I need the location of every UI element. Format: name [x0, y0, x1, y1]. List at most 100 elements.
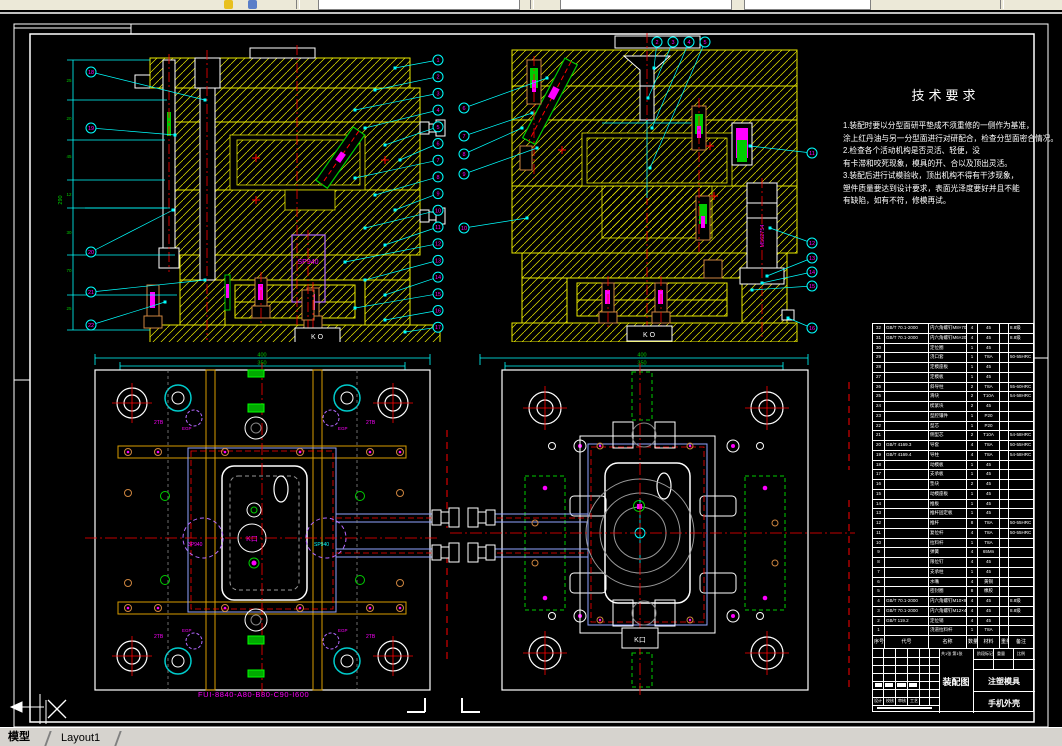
- tech-req-line: 有卡滞和咬死现象，模具的开、合以及顶出灵活。: [843, 158, 1012, 168]
- svg-text:1: 1: [436, 58, 439, 64]
- total-height-dim: 290: [58, 195, 64, 204]
- svg-text:16: 16: [435, 309, 441, 315]
- svg-text:3: 3: [436, 91, 439, 97]
- svg-text:8: 8: [462, 152, 465, 158]
- svg-text:12: 12: [435, 242, 441, 248]
- svg-text:19: 19: [88, 126, 94, 132]
- sp940-alt-label: 3P940: [188, 542, 203, 548]
- bom-row: 12 推杆 8 T8A 50-55HRC: [873, 519, 1034, 529]
- svg-text:15: 15: [809, 284, 815, 290]
- svg-text:10: 10: [435, 208, 441, 214]
- svg-text:400: 400: [637, 353, 646, 359]
- title-block-part-name: 手机外壳: [988, 699, 1020, 708]
- svg-text:EGP: EGP: [338, 426, 348, 431]
- bom-row: 27 定模板 1 45: [873, 372, 1034, 383]
- svg-text:7: 7: [436, 158, 439, 164]
- svg-text:15: 15: [435, 292, 441, 298]
- svg-text:17: 17: [435, 325, 441, 331]
- svg-text:5: 5: [703, 40, 706, 46]
- bom-row: 6 水嘴 4 黄铜: [873, 577, 1034, 588]
- svg-text:9: 9: [462, 172, 465, 178]
- svg-text:3: 3: [671, 40, 674, 46]
- ko-center-label: K口: [246, 535, 258, 543]
- plan-view-left: 400 350: [85, 353, 460, 698]
- svg-text:EGP: EGP: [182, 426, 192, 431]
- svg-text:16: 16: [809, 326, 815, 332]
- svg-text:21: 21: [88, 290, 94, 296]
- tech-req-title: 技术要求: [911, 88, 980, 103]
- toolbar-separator: [530, 0, 534, 9]
- toolbar-icon-yellow[interactable]: [224, 0, 233, 9]
- toolbar-icon-blue[interactable]: [248, 0, 257, 9]
- toolbar-separator: [1000, 0, 1004, 9]
- svg-text:8: 8: [436, 175, 439, 181]
- ko-box-label-plan: K口: [634, 636, 646, 644]
- tech-req-line: 涂上红丹油与另一分型面进行对研配合，检查分型面密合情况。: [843, 133, 1059, 143]
- bom-row: 32 GB/T 70.1-2000 内六角螺钉M8×70 4 45 8.8级: [873, 324, 1034, 334]
- svg-text:2TB: 2TB: [154, 420, 164, 426]
- bom-table: 32 GB/T 70.1-2000 内六角螺钉M8×70 4 45 8.8级 31 GB/T …: [872, 323, 1034, 649]
- bom-row: 25 滑块 2 T10A 54-58HRC: [873, 392, 1034, 402]
- svg-text:2TB: 2TB: [366, 634, 376, 640]
- plan-dim-outer: 400: [257, 353, 266, 359]
- bom-row: 5 密封圈 8 橡胶: [873, 587, 1034, 597]
- svg-text:6: 6: [462, 106, 465, 112]
- svg-text:45: 45: [66, 154, 72, 159]
- bom-row: 19 GB/T 4169.4 导柱 4 T8A 54-58HRC: [873, 450, 1034, 461]
- bom-row: 30 定位圈 1 45: [873, 343, 1034, 354]
- bom-row: 4 GB/T 70.1-2000 内六角螺钉M10×90 4 45 8.8级: [873, 597, 1034, 607]
- tech-req-line: 塑件质量要达到设计要求，表面光泽度要好并且不能: [843, 183, 1020, 193]
- section-view-right: M562754 K O 2 3 4 5 6 7 8 9 10 11 12 13 14 15 16: [458, 33, 818, 342]
- bom-row: 3 GB/T 70.1-2000 内六角螺钉M12×40 4 45 8.8级: [873, 606, 1034, 617]
- technical-requirements: 技术要求 1.装配时要以分型面研平垫成不须重修的一侧作为基准， 涂上红丹油与另一分…: [843, 85, 1059, 208]
- bom-row: 28 定模座板 1 45: [873, 363, 1034, 373]
- svg-text:11: 11: [435, 225, 441, 231]
- bom-row: 31 GB/T 70.1-2000 内六角螺钉M6×20 4 45 8.8级: [873, 333, 1034, 344]
- svg-text:9: 9: [436, 192, 439, 198]
- title-block: 设计 校核 审核 工艺 阶段标记 重量 比例 装配图 注塑模具 手机外壳 共1张…: [872, 648, 1035, 713]
- mold-base-code: FUI-8840-A80-B80-C90-I600: [198, 690, 310, 699]
- svg-text:12: 12: [809, 241, 815, 247]
- svg-text:10: 10: [461, 226, 467, 232]
- tab-model[interactable]: 模型: [0, 727, 38, 746]
- svg-text:25: 25: [66, 306, 72, 311]
- svg-text:30: 30: [66, 230, 72, 235]
- bom-row: 18 动模板 1 45: [873, 460, 1034, 471]
- svg-text:4: 4: [436, 108, 439, 114]
- svg-text:20: 20: [66, 116, 72, 121]
- svg-text:14: 14: [435, 275, 441, 281]
- bom-row: 23 型腔镶件 1 P20: [873, 411, 1034, 422]
- svg-text:EGP: EGP: [182, 628, 192, 633]
- bom-row: 8 限位钉 4 45: [873, 558, 1034, 568]
- bom-row: 20 GB/T 4169.3 导套 4 T8A 50-55HRC: [873, 441, 1034, 451]
- svg-text:11: 11: [809, 151, 815, 157]
- bom-row: 26 斜导柱 2 T8A 55-60HRC: [873, 382, 1034, 393]
- svg-text:12: 12: [66, 192, 72, 197]
- title-block-sheet: 共1张 第1张: [941, 651, 963, 656]
- tech-req-line: 1.装配时要以分型面研平垫成不须重修的一侧作为基准，: [843, 121, 1034, 130]
- svg-text:5: 5: [436, 125, 439, 131]
- svg-text:2TB: 2TB: [154, 634, 164, 640]
- toolbar-separator: [296, 0, 300, 9]
- svg-text:6: 6: [436, 142, 439, 148]
- bom-row: 2 GB/T 119.2 定位销 4 45: [873, 616, 1034, 627]
- ko-box-label-right: K O: [643, 332, 656, 339]
- svg-text:13: 13: [435, 258, 441, 264]
- pillar-side-text: M562754: [760, 225, 766, 248]
- svg-text:2TB: 2TB: [366, 420, 376, 426]
- svg-text:EGP: EGP: [338, 628, 348, 633]
- bom-row: 17 支承板 1 45: [873, 470, 1034, 480]
- svg-text:20: 20: [88, 250, 94, 256]
- layer-dropdown[interactable]: [318, 0, 520, 10]
- tab-layout1[interactable]: Layout1: [53, 731, 108, 746]
- svg-text:4: 4: [687, 40, 690, 46]
- svg-text:14: 14: [809, 270, 815, 276]
- fold-corner-marks: [407, 698, 480, 713]
- bom-row: 14 推板 1 45: [873, 499, 1034, 510]
- bom-row: 9 弹簧 4 65Mn: [873, 548, 1034, 558]
- section-view-left: SP940 K O 290 25204512307025 12345678910…: [58, 45, 446, 342]
- color-dropdown[interactable]: [560, 0, 732, 10]
- linetype-dropdown[interactable]: [744, 0, 871, 10]
- svg-text:350: 350: [637, 361, 646, 367]
- bom-row: 24 楔紧块 2 45: [873, 402, 1034, 412]
